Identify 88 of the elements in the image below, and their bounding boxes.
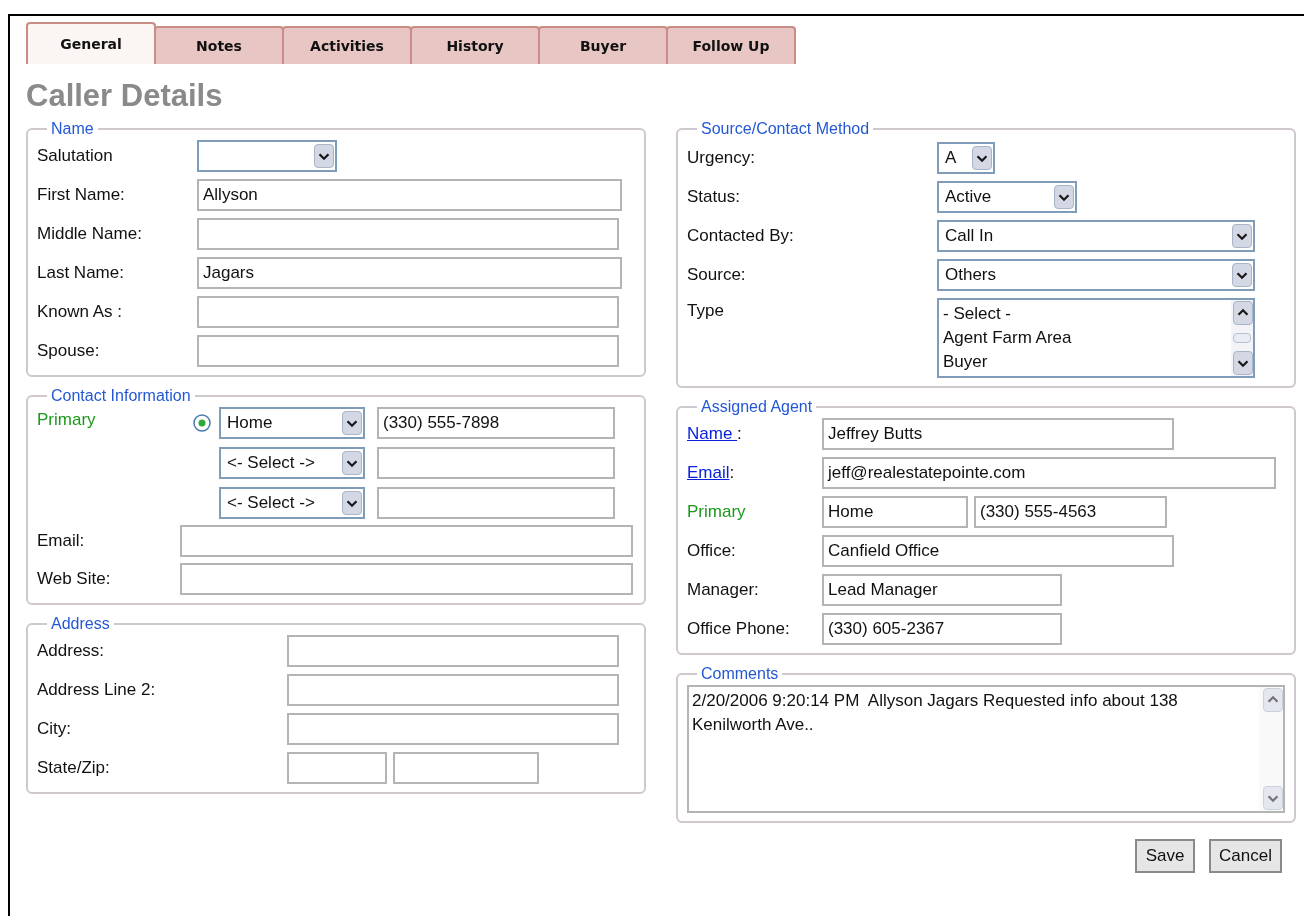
section-legend: Address (47, 615, 114, 633)
text-field[interactable] (197, 335, 619, 367)
radio-button[interactable] (193, 414, 211, 432)
text-field[interactable]: Allyson (197, 179, 622, 211)
field-label: Spouse: (37, 340, 101, 363)
text-field[interactable]: jeff@realestatepointe.com (822, 457, 1276, 489)
field-label: Type (687, 300, 725, 322)
dropdown[interactable]: A (937, 142, 995, 174)
field-label: Web Site: (37, 568, 112, 591)
comments-field[interactable]: 2/20/2006 9:20:14 PM Allyson Jagars Requested info about 138 Kenilworth Ave.. (687, 685, 1285, 813)
field-label: Known As : (37, 301, 124, 324)
list-option[interactable]: Buyer (943, 350, 1231, 374)
chevron-down-icon[interactable] (1232, 263, 1252, 287)
tab[interactable]: General (26, 22, 156, 64)
chevron-up-icon[interactable] (1233, 301, 1253, 325)
chevron-down-icon[interactable] (1233, 351, 1253, 375)
link[interactable]: Name (687, 421, 738, 447)
field-label: Office Phone: (687, 618, 791, 641)
tab[interactable]: Activities (282, 26, 412, 64)
list-box[interactable]: - Select - Agent Farm Area Buyer (937, 298, 1255, 378)
text-field[interactable] (180, 563, 633, 595)
field-label: Manager: (687, 579, 760, 602)
tab[interactable]: Notes (154, 26, 284, 64)
chevron-down-icon[interactable] (1054, 185, 1074, 209)
text-field[interactable]: Lead Manager (822, 574, 1062, 606)
dropdown[interactable]: Home (219, 407, 365, 439)
field-label: First Name: (37, 184, 126, 207)
chevron-down-icon[interactable] (342, 491, 362, 515)
field-label: Salutation (37, 145, 114, 168)
scroll-thumb[interactable] (1233, 333, 1251, 343)
text-field[interactable] (197, 296, 619, 328)
tab[interactable]: Follow Up (666, 26, 796, 64)
field-label: Office: (687, 540, 737, 563)
field-label: Primary (687, 501, 747, 524)
chevron-down-icon[interactable] (342, 451, 362, 475)
form-button[interactable]: Cancel (1209, 839, 1282, 873)
page-title: Caller Details (26, 77, 224, 115)
dropdown[interactable]: Active (937, 181, 1077, 213)
text-field[interactable] (180, 525, 633, 557)
text-field[interactable] (287, 752, 387, 784)
field-label: Source: (687, 264, 747, 287)
text-field[interactable]: Jeffrey Butts (822, 418, 1174, 450)
link[interactable]: Email (687, 460, 730, 486)
field-label: Status: (687, 186, 741, 209)
section-legend: Assigned Agent (697, 398, 817, 416)
chevron-down-icon[interactable] (1232, 224, 1252, 248)
text-field[interactable]: Home (822, 496, 968, 528)
text-field[interactable] (377, 447, 615, 479)
text-field[interactable]: (330) 555-7898 (377, 407, 615, 439)
field-label: Contacted By: (687, 225, 795, 248)
list-option[interactable]: - Select - (943, 302, 1231, 326)
field-label: Middle Name: (37, 223, 143, 246)
field-label: Address Line 2: (37, 679, 157, 702)
field-label: Last Name: (37, 262, 125, 285)
chevron-down-icon[interactable] (314, 144, 334, 168)
text-field[interactable]: (330) 605-2367 (822, 613, 1062, 645)
text-field[interactable] (377, 487, 615, 519)
text-field[interactable] (393, 752, 539, 784)
text-field[interactable] (287, 713, 619, 745)
text-field[interactable] (287, 635, 619, 667)
text-field[interactable]: Canfield Office (822, 535, 1174, 567)
section-legend: Comments (697, 665, 783, 683)
field-label: : (737, 423, 742, 446)
field-label: State/Zip: (37, 757, 111, 780)
tab[interactable]: Buyer (538, 26, 668, 64)
dropdown[interactable]: <- Select -> (219, 487, 365, 519)
section-legend: Name (47, 120, 98, 138)
text-field[interactable] (287, 674, 619, 706)
field-label: Email: (37, 530, 86, 553)
chevron-down-icon[interactable] (972, 146, 992, 170)
dropdown[interactable]: Call In (937, 220, 1255, 252)
field-label: City: (37, 718, 72, 741)
chevron-down-icon[interactable] (342, 411, 362, 435)
primary-label: Primary (37, 409, 97, 431)
field-label: Urgency: (687, 147, 757, 170)
tab[interactable]: History (410, 26, 540, 64)
list-option[interactable]: Agent Farm Area (943, 326, 1231, 350)
text-field[interactable]: (330) 555-4563 (974, 496, 1167, 528)
scrollbar[interactable] (1231, 300, 1253, 376)
text-field[interactable] (197, 218, 619, 250)
form-button[interactable]: Save (1135, 839, 1196, 873)
field-label: Address: (37, 640, 106, 663)
dropdown[interactable]: Others (937, 259, 1255, 291)
dropdown[interactable]: <- Select -> (219, 447, 365, 479)
section-legend: Contact Information (47, 387, 195, 405)
field-label: : (729, 462, 735, 485)
section-legend: Source/Contact Method (697, 120, 874, 138)
text-field[interactable]: Jagars (197, 257, 622, 289)
